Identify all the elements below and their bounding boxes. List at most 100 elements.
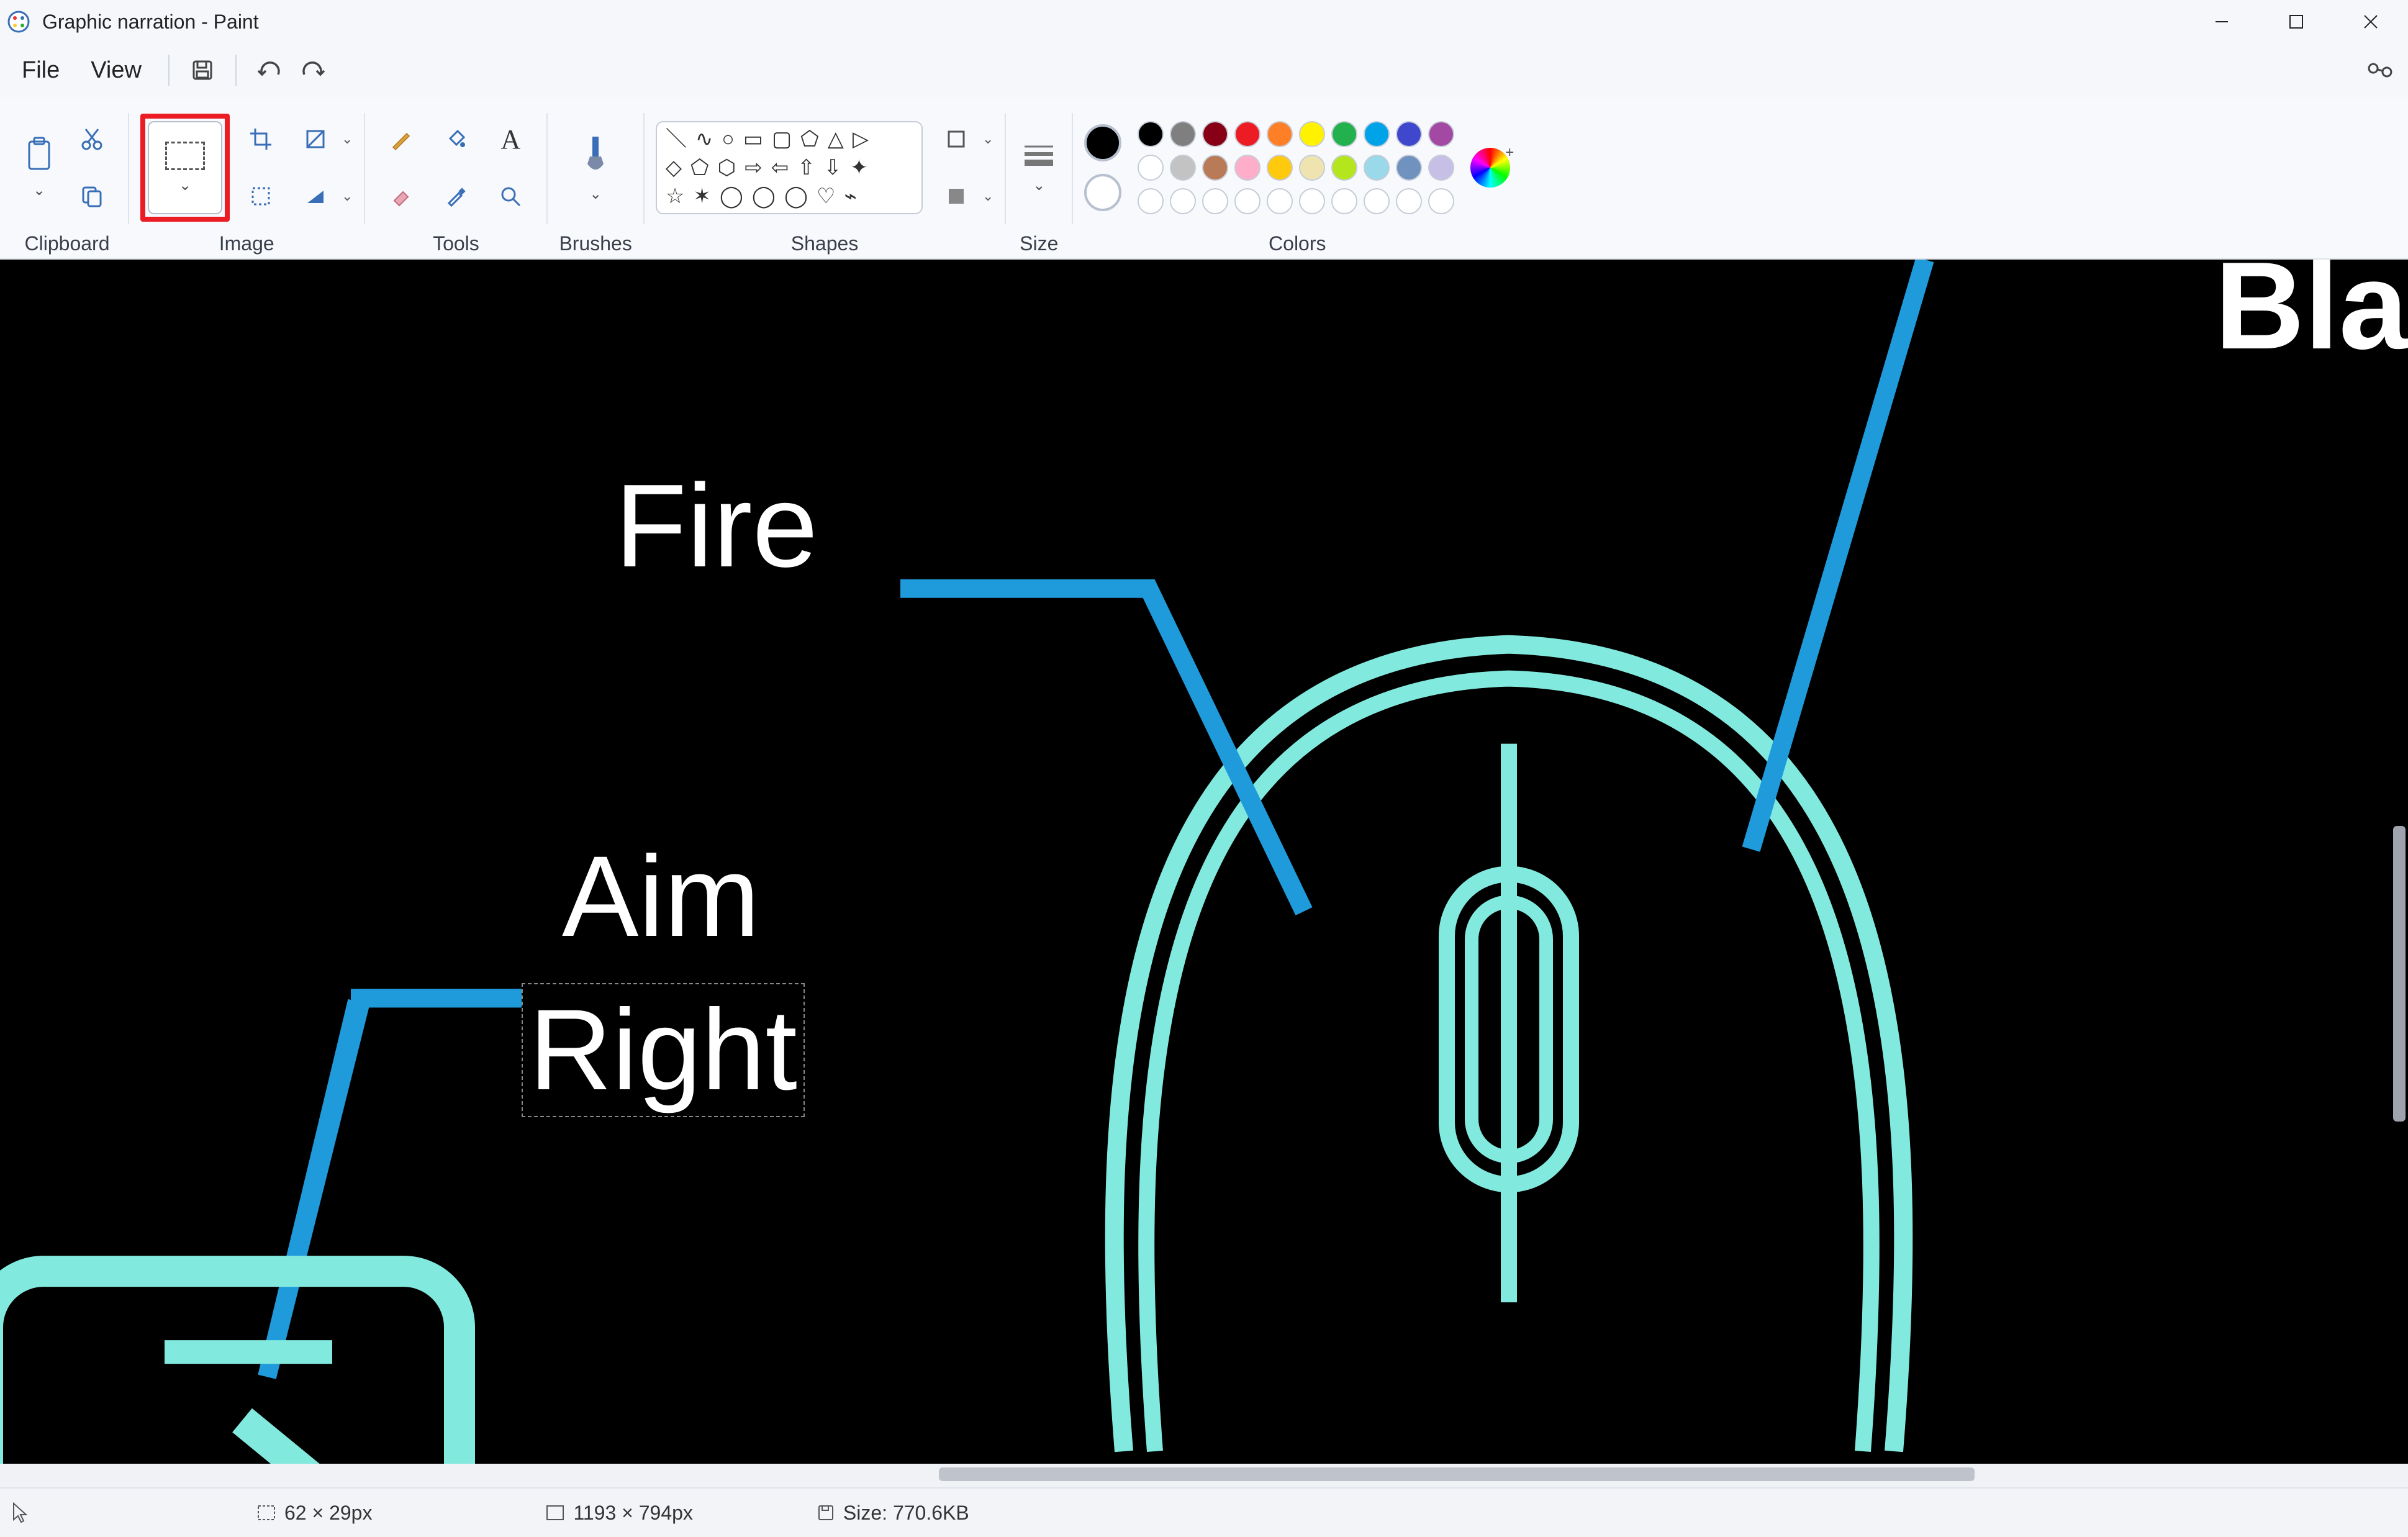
color-swatch[interactable]	[1428, 155, 1454, 181]
color-picker-tool[interactable]	[431, 171, 481, 221]
color-swatch[interactable]	[1396, 188, 1422, 214]
color-swatch[interactable]	[1299, 188, 1325, 214]
image-size: 1193 × 794px	[546, 1502, 692, 1525]
shape-row: ＼∿○▭▢⬠△▷	[666, 129, 913, 150]
group-label: Shapes	[791, 229, 859, 258]
undo-button[interactable]	[248, 48, 291, 92]
pencil-tool[interactable]	[376, 114, 426, 164]
color-swatch[interactable]	[1331, 121, 1357, 147]
selection-size: 62 × 29px	[257, 1502, 372, 1525]
chevron-down-icon: ⌄	[342, 188, 353, 204]
scrollbar-thumb[interactable]	[939, 1467, 1975, 1481]
file-size: Size: 770.6KB	[817, 1502, 969, 1525]
color-swatch[interactable]	[1234, 155, 1261, 181]
color-swatch[interactable]	[1364, 155, 1390, 181]
menubar: File View	[0, 43, 2408, 97]
color-swatches	[1138, 121, 1454, 214]
chevron-down-icon: ⌄	[33, 181, 45, 199]
color-swatch[interactable]	[1331, 155, 1357, 181]
color-swatch[interactable]	[1138, 121, 1164, 147]
freeform-select-button[interactable]	[236, 171, 286, 221]
color-swatch[interactable]	[1202, 155, 1228, 181]
group-label: Image	[219, 229, 274, 258]
separator	[168, 55, 170, 86]
selection-icon	[257, 1505, 276, 1521]
brushes-button[interactable]: ⌄	[574, 112, 617, 224]
group-label: Brushes	[559, 229, 631, 258]
text-tool[interactable]: A	[486, 114, 535, 164]
color-swatch[interactable]	[1428, 121, 1454, 147]
eraser-tool[interactable]	[376, 171, 426, 221]
group-brushes: ⌄ Brushes	[548, 102, 643, 258]
close-button[interactable]	[2333, 0, 2408, 43]
color-swatch[interactable]	[1267, 188, 1293, 214]
group-label: Colors	[1269, 229, 1326, 258]
shape-fill-button[interactable]: ⌄	[931, 171, 994, 221]
resize-button[interactable]: ⌄	[291, 114, 353, 164]
color-swatch[interactable]	[1299, 121, 1325, 147]
canvas-drawing	[0, 260, 2408, 1464]
fill-tool[interactable]	[431, 114, 481, 164]
color-swatch[interactable]	[1299, 155, 1325, 181]
color-swatch[interactable]	[1138, 155, 1164, 181]
copy-button[interactable]	[67, 171, 117, 221]
redo-button[interactable]	[291, 48, 335, 92]
minimize-button[interactable]	[2184, 0, 2259, 43]
color-swatch[interactable]	[1170, 121, 1196, 147]
chevron-down-icon: ⌄	[589, 185, 602, 203]
magnifier-tool[interactable]	[486, 171, 535, 221]
color-swatch[interactable]	[1364, 188, 1390, 214]
color-swatch[interactable]	[1138, 188, 1164, 214]
edit-colors-button[interactable]	[1470, 148, 1510, 188]
canvas[interactable]: Fire Aim Right Bla	[0, 260, 2408, 1464]
color-swatch[interactable]	[1202, 121, 1228, 147]
horizontal-scrollbar[interactable]	[0, 1464, 2408, 1487]
color-swatch[interactable]	[1234, 188, 1261, 214]
maximize-button[interactable]	[2259, 0, 2333, 43]
select-tool[interactable]: ⌄	[148, 121, 222, 214]
group-shapes: ＼∿○▭▢⬠△▷ ◇⬠⬡⇨⇦⇧⇩✦ ☆✶◯◯◯♡⌁ ⌄	[645, 102, 1005, 258]
titlebar: Graphic narration - Paint	[0, 0, 2408, 43]
statusbar: 62 × 29px 1193 × 794px Size: 770.6KB	[0, 1487, 2408, 1537]
disk-icon	[817, 1504, 835, 1521]
color-1[interactable]	[1084, 124, 1121, 161]
shapes-gallery[interactable]: ＼∿○▭▢⬠△▷ ◇⬠⬡⇨⇦⇧⇩✦ ☆✶◯◯◯♡⌁	[656, 121, 923, 214]
color-swatch[interactable]	[1170, 188, 1196, 214]
paste-button[interactable]: ⌄	[17, 112, 61, 224]
crop-button[interactable]	[236, 114, 286, 164]
color-swatch[interactable]	[1428, 188, 1454, 214]
select-tool-highlight: ⌄	[140, 114, 230, 222]
cut-button[interactable]	[67, 114, 117, 164]
settings-button[interactable]	[2350, 40, 2408, 100]
group-image: ⌄ ⌄	[129, 102, 364, 258]
canvas-label-aim: Aim	[562, 831, 760, 963]
chevron-down-icon: ⌄	[179, 176, 191, 194]
menu-view[interactable]: View	[75, 57, 157, 84]
shape-outline-button[interactable]: ⌄	[931, 114, 994, 164]
color-swatch[interactable]	[1331, 188, 1357, 214]
color-swatch[interactable]	[1364, 121, 1390, 147]
color-swatch[interactable]	[1267, 155, 1293, 181]
color-swatch[interactable]	[1267, 121, 1293, 147]
size-button[interactable]: ⌄	[1017, 112, 1061, 224]
rotate-button[interactable]: ⌄	[291, 171, 353, 221]
save-button[interactable]	[181, 48, 224, 92]
ribbon: ⌄ Clipboard ⌄	[0, 97, 2408, 260]
dimensions-icon	[546, 1505, 564, 1521]
color-swatch[interactable]	[1396, 155, 1422, 181]
color-swatch[interactable]	[1170, 155, 1196, 181]
group-label: Size	[1020, 229, 1058, 258]
group-clipboard: ⌄ Clipboard	[6, 102, 128, 258]
color-swatch[interactable]	[1202, 188, 1228, 214]
chevron-down-icon: ⌄	[982, 188, 994, 204]
paint-app-icon	[6, 9, 31, 34]
vertical-scrollbar[interactable]	[2384, 260, 2408, 1440]
color-2[interactable]	[1084, 174, 1121, 211]
separator	[235, 55, 237, 86]
chevron-down-icon: ⌄	[1033, 176, 1045, 194]
color-swatch[interactable]	[1396, 121, 1422, 147]
group-label: Clipboard	[25, 229, 110, 258]
scrollbar-thumb[interactable]	[2393, 826, 2406, 1121]
menu-file[interactable]: File	[6, 57, 75, 84]
color-swatch[interactable]	[1234, 121, 1261, 147]
